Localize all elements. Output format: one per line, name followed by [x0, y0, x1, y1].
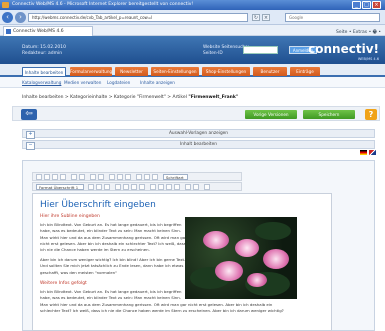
document-subheading-2: Weitere Infos gefolgt	[40, 281, 87, 286]
paragraph-3-line: schlechter Text? Ich weiß, dass ich nie …	[40, 307, 284, 313]
paragraph-1-line: habe, was es bedeutet, ein blinder Text …	[40, 228, 181, 234]
paragraph-1-line: Man wirkt hier und da aus dem Zusammenha…	[40, 234, 187, 240]
url-input[interactable]: http://webms.connectiv.de/cvb_Tab_artike…	[28, 13, 248, 22]
replace-icon[interactable]	[98, 174, 104, 180]
browser-tab[interactable]: Connectiv Web/MS 4.6	[3, 26, 93, 36]
text-color-icon[interactable]	[185, 184, 191, 190]
redo-icon[interactable]	[79, 174, 85, 180]
section-content-label: Inhalt bearbeiten	[180, 142, 217, 147]
copy-icon[interactable]	[52, 174, 58, 180]
paste-icon[interactable]	[60, 174, 66, 180]
header-user: Redakteur: admin	[22, 51, 63, 56]
tab-benutzer[interactable]: Benutzer	[253, 67, 287, 76]
font-select[interactable]: Schriftart	[163, 174, 188, 180]
help-button[interactable]: ?	[365, 109, 377, 120]
editor-toolbar-1: Schriftart	[32, 172, 242, 181]
expand-icon: +	[26, 131, 35, 139]
align-right-icon[interactable]	[166, 184, 172, 190]
paragraph-2-line: geschafft, was den meisten "normalen"	[40, 269, 117, 275]
tab-seiten-einstellungen[interactable]: Seiten-Einstellungen	[151, 67, 199, 76]
tab-inhalte-bearbeiten[interactable]: Inhalte bearbeiten	[22, 67, 66, 76]
breadcrumb-current: "Firmenwelt_Frank"	[188, 95, 239, 100]
breadcrumb-path: Inhalte bearbeiten > Kategorieinhalte > …	[22, 95, 187, 100]
tab-eintraege[interactable]: Einträge	[290, 67, 320, 76]
back-button[interactable]: ⇦	[21, 109, 37, 120]
browser-logo-icon	[2, 2, 9, 8]
editor-toolbar-2: Format Überschrift 1	[32, 182, 242, 191]
subnav-inhalte-anzeigen[interactable]: Inhalte anzeigen	[140, 80, 175, 85]
link-icon[interactable]	[109, 174, 115, 180]
brand-logo: connectiv!	[308, 42, 379, 56]
stop-icon[interactable]: ×	[262, 14, 270, 21]
refresh-icon[interactable]: ↻	[252, 14, 260, 21]
unlink-icon[interactable]	[117, 174, 123, 180]
image-icon[interactable]	[136, 174, 142, 180]
cut-icon[interactable]	[44, 174, 50, 180]
paragraph-2-line: Und sollten Sie mich jetzt tatsächlich z…	[40, 263, 184, 269]
maximize-icon[interactable]	[204, 184, 210, 190]
brand-subtitle: WEB/MS 4.6	[357, 57, 379, 61]
section-templates-label: Auswahl-Vorlagen anzeigen	[168, 131, 229, 136]
tab-newsletter[interactable]: Newsletter	[115, 67, 148, 76]
minimize-button[interactable]: _	[352, 1, 361, 9]
special-char-icon[interactable]	[152, 174, 158, 180]
flag-de-icon[interactable]	[360, 150, 367, 155]
tab-formularverwaltung[interactable]: Formularverwaltung	[70, 67, 112, 76]
table-icon[interactable]	[144, 174, 150, 180]
maximize-button[interactable]: □	[362, 1, 371, 9]
underline-icon[interactable]	[104, 184, 110, 190]
collapse-icon: −	[26, 142, 35, 150]
flag-en-icon[interactable]	[369, 150, 376, 155]
paragraph-1: Ich bin Blindtext. Von Geburt an. Es hat…	[40, 222, 190, 253]
browser-command-bar[interactable]: Seite • Extras • 🖶 •	[336, 28, 381, 36]
anchor-icon[interactable]	[125, 174, 131, 180]
subnav-logdateien[interactable]: Logdateien	[107, 80, 130, 85]
align-justify-icon[interactable]	[174, 184, 180, 190]
background-color-icon[interactable]	[193, 184, 199, 190]
paragraph-1-line: ich nie die Chance haben werde im Stern …	[40, 247, 150, 253]
document-heading: Hier Überschrift eingeben	[40, 200, 156, 210]
section-content[interactable]: − Inhalt bearbeiten	[22, 140, 375, 150]
align-center-icon[interactable]	[158, 184, 164, 190]
window-title-bar: Connectiv Web/MS 4.6 - Microsoft Interne…	[0, 0, 385, 10]
unordered-list-icon[interactable]	[123, 184, 129, 190]
outdent-icon[interactable]	[131, 184, 137, 190]
indent-icon[interactable]	[139, 184, 145, 190]
italic-icon[interactable]	[96, 184, 102, 190]
header-info: Datum: 15.02.2010 Redakteur: admin	[22, 45, 66, 57]
subnav-katalogverwaltung[interactable]: Katalogverwaltung	[22, 80, 61, 85]
tab-shop-einstellungen[interactable]: Shop-Einstellungen	[202, 67, 250, 76]
search-input[interactable]: Google	[285, 13, 380, 22]
close-button[interactable]: ×	[372, 1, 381, 9]
style-select[interactable]: Format Überschrift 1	[36, 184, 84, 190]
lotus-photo	[185, 217, 297, 299]
document-subheading: Hier ihre Subline eingeben	[40, 214, 100, 219]
forward-arrow-icon[interactable]: ›	[15, 12, 26, 23]
bold-icon[interactable]	[88, 184, 94, 190]
window-title: Connectiv Web/MS 4.6 - Microsoft Interne…	[12, 2, 194, 7]
previous-versions-button[interactable]: Vorige Versionen anzeigen	[245, 110, 297, 126]
paragraph-2: Aber bin ich darum weniger wichtig? Ich …	[40, 257, 190, 276]
ordered-list-icon[interactable]	[115, 184, 121, 190]
find-icon[interactable]	[90, 174, 96, 180]
browser-tab-label: Connectiv Web/MS 4.6	[13, 29, 64, 34]
back-arrow-icon[interactable]: ‹	[2, 12, 13, 23]
subnav-medien-verwalten[interactable]: Medien verwalten	[64, 80, 101, 85]
action-bar: ⇦ Vorige Versionen anzeigen Speichern ?	[12, 106, 380, 126]
source-icon[interactable]	[36, 174, 42, 180]
breadcrumb: Inhalte bearbeiten > Kategorieinhalte > …	[22, 95, 238, 100]
save-button[interactable]: Speichern	[303, 110, 355, 119]
align-left-icon[interactable]	[150, 184, 156, 190]
section-templates[interactable]: + Auswahl-Vorlagen anzeigen	[22, 129, 375, 139]
page-favicon-icon	[6, 29, 11, 34]
header-search-input[interactable]	[243, 46, 278, 54]
undo-icon[interactable]	[71, 174, 77, 180]
